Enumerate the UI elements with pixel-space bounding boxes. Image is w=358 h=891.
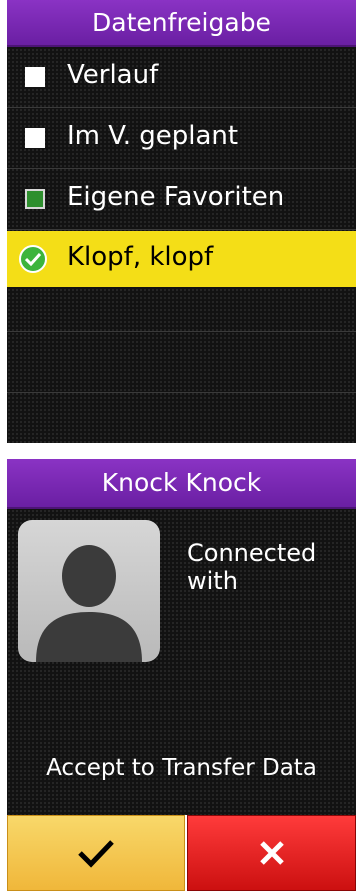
x-icon xyxy=(259,841,284,865)
checked-checkbox-icon xyxy=(25,189,45,209)
page-title: Datenfreigabe xyxy=(7,0,356,47)
list-item-verlauf[interactable]: Verlauf xyxy=(7,47,356,108)
list-item-klopf-klopf[interactable]: Klopf, klopf xyxy=(7,231,356,287)
list-item-empty xyxy=(7,332,356,393)
list-item-label: Im V. geplant xyxy=(67,121,239,151)
checkbox-icon xyxy=(25,128,45,148)
list-item-eigene-favoriten[interactable]: Eigene Favoriten xyxy=(7,169,356,230)
check-circle-icon xyxy=(19,245,47,273)
connection-status: Connected with xyxy=(187,539,316,595)
sharing-list: Verlauf Im V. geplant Eigene Favoriten K… xyxy=(7,47,356,443)
accept-button[interactable] xyxy=(7,815,185,891)
with-text: with xyxy=(187,567,238,595)
list-item-label: Klopf, klopf xyxy=(67,242,214,272)
data-sharing-screen: g Datenfreigabe Verlauf Im V. geplant Ei… xyxy=(7,0,356,443)
avatar xyxy=(18,520,160,662)
checkmark-icon xyxy=(78,840,114,868)
list-item-empty xyxy=(7,287,356,332)
list-item-label: Eigene Favoriten xyxy=(67,182,285,212)
accept-prompt: Accept to Transfer Data xyxy=(46,755,317,781)
checkbox-icon xyxy=(25,67,45,87)
dialog-body: Connected with Accept to Transfer Data xyxy=(7,509,356,815)
knock-knock-screen: Knock Knock Connected with Accept to Tra… xyxy=(7,459,356,891)
list-item-im-v-geplant[interactable]: Im V. geplant xyxy=(7,108,356,169)
connected-text: Connected xyxy=(187,539,317,567)
list-item-label: Verlauf xyxy=(67,60,159,90)
dialog-title: Knock Knock xyxy=(7,459,356,509)
person-silhouette-icon xyxy=(36,545,142,662)
cancel-button[interactable] xyxy=(187,815,356,891)
